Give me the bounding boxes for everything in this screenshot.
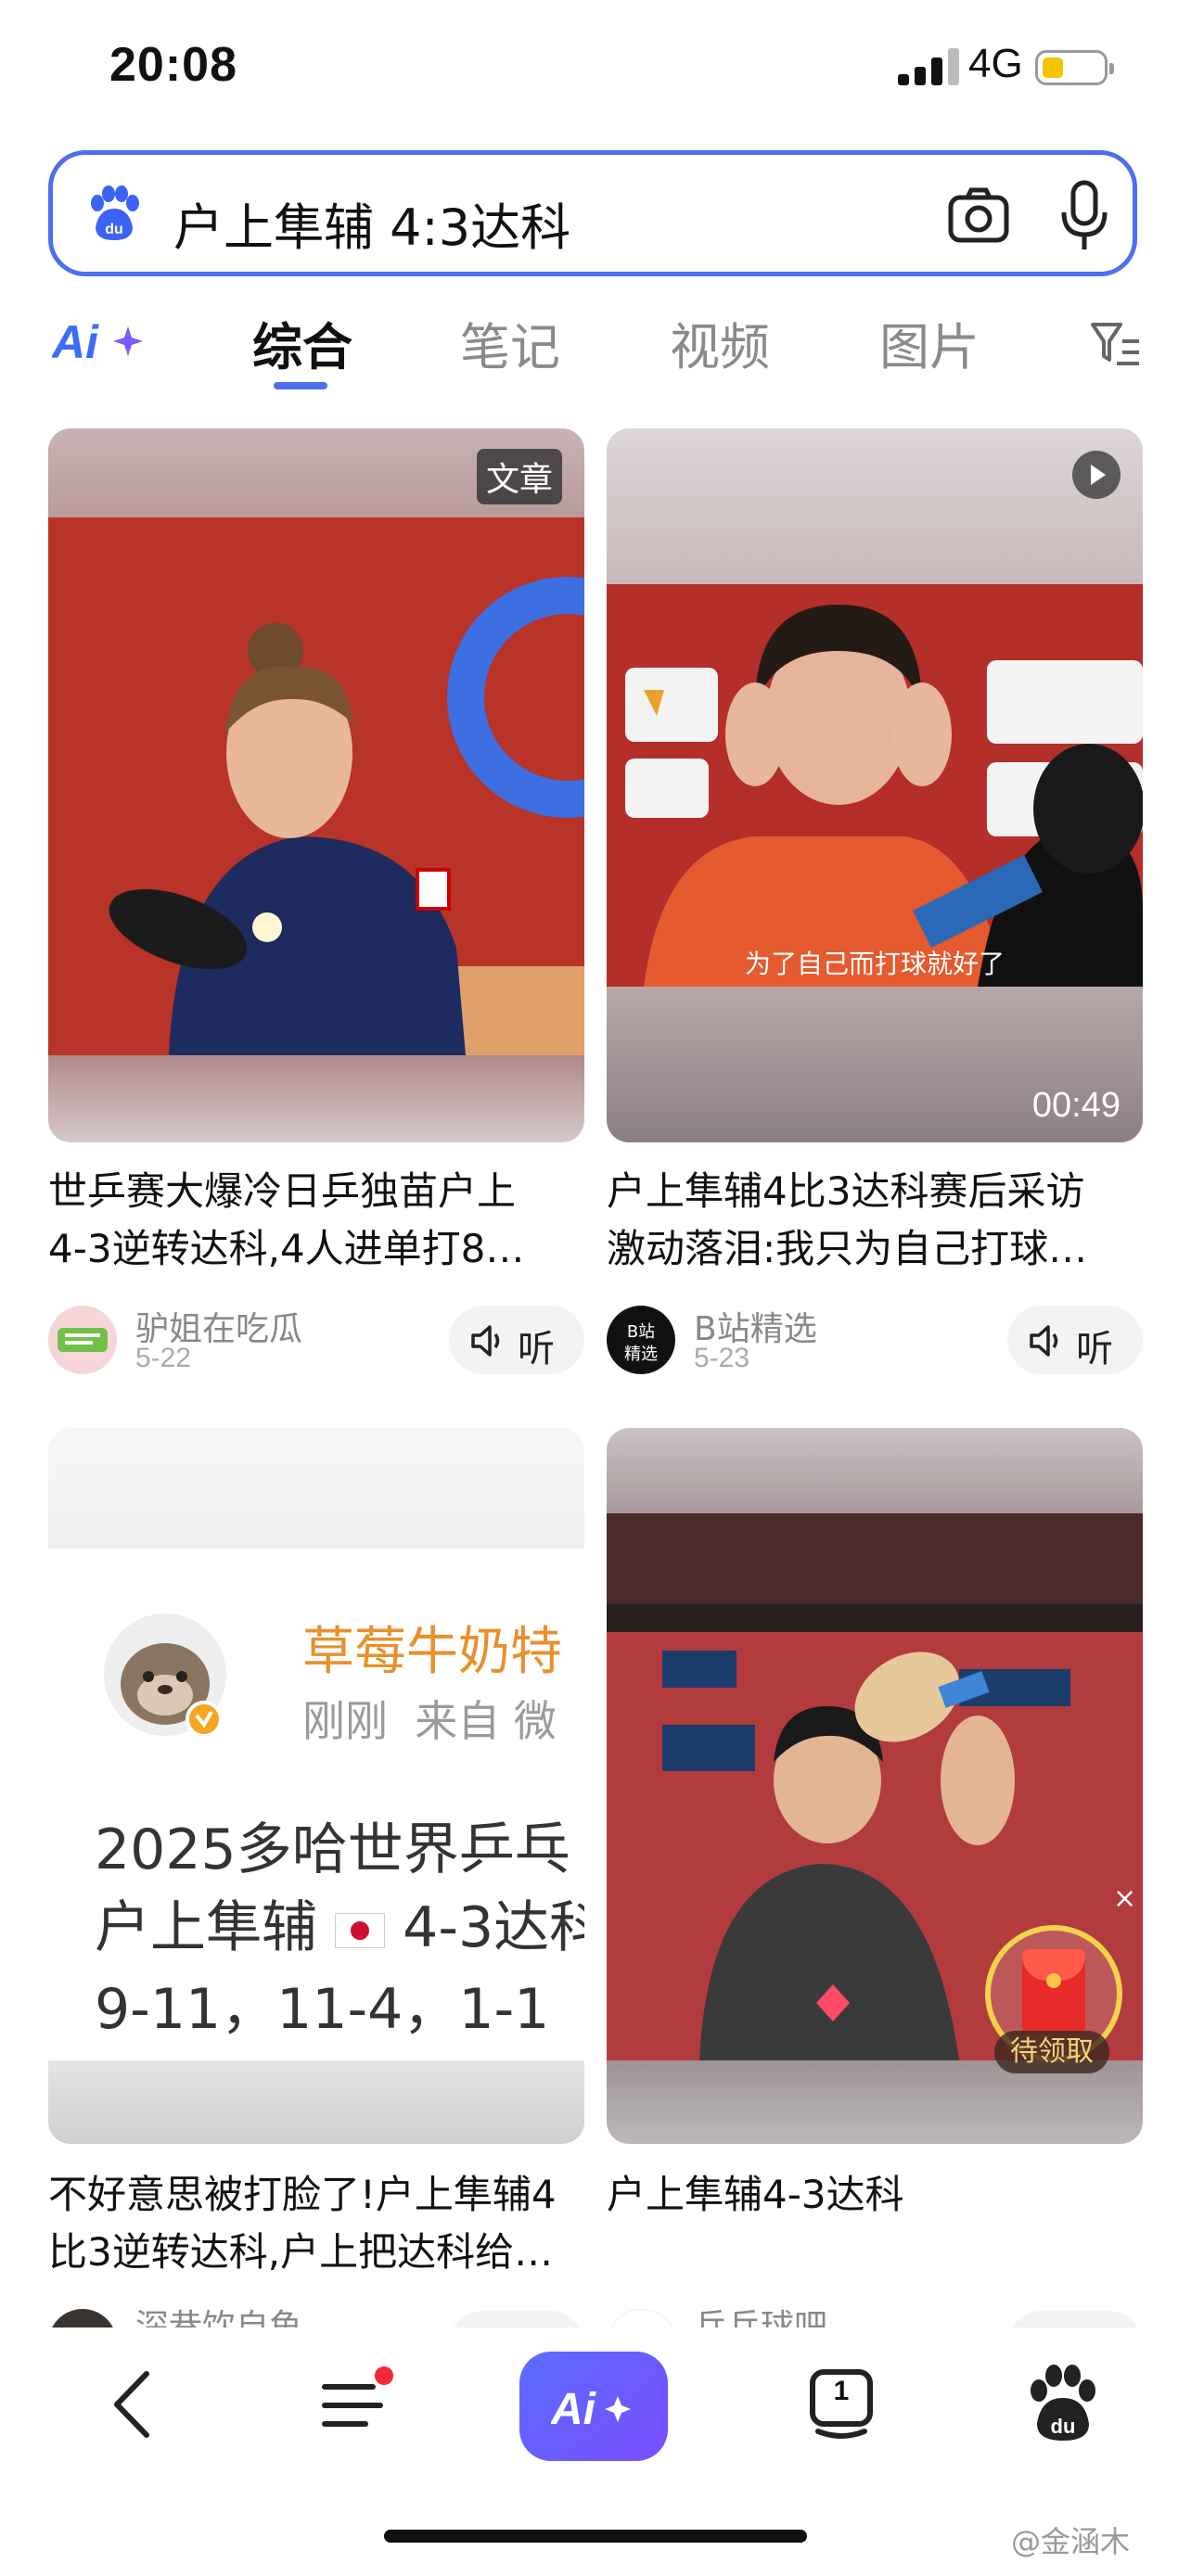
svg-text:du: du xyxy=(105,222,123,237)
interview-video-frame xyxy=(607,428,1143,1142)
search-input[interactable]: 户上隼辅 4:3达科 xyxy=(173,186,570,260)
speaker-icon xyxy=(1030,1325,1058,1357)
status-bar: 20:08 4G xyxy=(0,0,1191,130)
baidu-home-icon[interactable]: du xyxy=(1020,2363,1104,2446)
video-subtitle: 为了自己而打球就好了 xyxy=(744,949,1005,979)
card-title-line: 户上隼辅4比3达科赛后采访 xyxy=(607,1168,1085,1214)
tab-video[interactable]: 视频 xyxy=(670,306,770,379)
back-icon[interactable] xyxy=(93,2363,176,2446)
red-packet-label[interactable]: 待领取 xyxy=(994,2031,1109,2073)
tab-images[interactable]: 图片 xyxy=(879,306,980,379)
card-title[interactable]: 户上隼辅4-3达科 xyxy=(607,2166,1145,2224)
video-duration: 00:49 xyxy=(1031,1086,1121,1125)
card-title[interactable]: 世乒赛大爆冷日乒独苗户上 4-3逆转达科,4人进单打8… xyxy=(48,1163,586,1278)
network-type: 4G xyxy=(968,41,1023,86)
result-card-1[interactable]: 文章 世乒赛大爆冷日乒独苗户上 4-3逆转达科,4人进单打8… 驴姐在吃瓜 5-… xyxy=(48,428,584,1384)
play-icon xyxy=(1072,451,1121,499)
svg-text:Ai: Ai xyxy=(52,316,99,367)
card-title[interactable]: 不好意思被打脸了!户上隼辅4 比3逆转达科,户上把达科给… xyxy=(48,2166,586,2281)
avatar-text-line1: B站 xyxy=(627,1322,655,1342)
weibo-user-name: 草莓牛奶特 xyxy=(302,1622,562,1682)
weibo-post-meta: 刚刚 来自 微 xyxy=(302,1696,557,1746)
svg-text:Ai: Ai xyxy=(551,2385,597,2433)
author-row: B站精选 B站精选 5-23 听 xyxy=(607,1302,1143,1382)
tab-notes[interactable]: 笔记 xyxy=(460,306,560,379)
card-title-line: 4-3逆转达科,4人进单打8… xyxy=(48,1226,525,1271)
author-row: 驴姐在吃瓜 5-22 听 xyxy=(48,1302,584,1382)
weibo-post-line: 户上隼辅 4-3达科 xyxy=(95,1882,584,1963)
table-tennis-player-photo xyxy=(48,428,584,1142)
card-title-line: 不好意思被打脸了!户上隼辅4 xyxy=(48,2172,557,2217)
watermark: @金涵木 xyxy=(1011,2524,1131,2559)
close-icon[interactable]: × xyxy=(1113,1882,1136,1915)
red-packet-icon xyxy=(1022,1949,1085,2034)
result-card-4[interactable]: 待领取 × 户上隼辅4-3达科 乒乓球吧 听 xyxy=(607,1428,1143,2346)
ai-plus-icon: Ai xyxy=(551,2385,631,2433)
battery-icon xyxy=(1035,50,1114,85)
card-thumbnail[interactable]: 为了自己而打球就好了 00:49 xyxy=(607,428,1143,1142)
microphone-icon[interactable] xyxy=(1058,179,1110,253)
otter-avatar xyxy=(104,1613,226,1738)
listen-label: 听 xyxy=(1076,1328,1113,1371)
post-date: 5-23 xyxy=(694,1343,750,1373)
avatar[interactable] xyxy=(48,1306,117,1374)
ai-assistant-button[interactable]: Ai xyxy=(519,2352,668,2461)
post-date: 5-22 xyxy=(135,1343,192,1373)
weibo-post-text: 4-3达科 xyxy=(403,1895,584,1960)
status-time: 20:08 xyxy=(109,38,237,92)
card-title-line: 世乒赛大爆冷日乒独苗户上 xyxy=(48,1168,517,1214)
weibo-post-text: 户上隼辅 xyxy=(95,1895,317,1960)
weibo-post-line: 2025多哈世界乒乓 xyxy=(95,1817,570,1882)
camera-icon[interactable] xyxy=(945,183,1012,249)
avatar-text-line2: 精选 xyxy=(624,1345,658,1364)
home-indicator xyxy=(384,2530,807,2543)
article-badge: 文章 xyxy=(476,449,562,504)
tabs-switcher-button[interactable]: 1 xyxy=(800,2363,883,2446)
weibo-post-line: 9-11，11-4，1-1 xyxy=(95,1977,550,2042)
result-card-3[interactable]: 草莓牛奶特 刚刚 来自 微 2025多哈世界乒乓 户上隼辅 4-3达科 9-11… xyxy=(48,1428,584,2346)
ai-plus-icon[interactable]: Ai xyxy=(52,313,148,367)
listen-button[interactable]: 听 xyxy=(449,1306,584,1374)
speaker-icon xyxy=(471,1325,500,1357)
card-thumbnail[interactable]: 待领取 × xyxy=(607,1428,1143,2144)
tab-all[interactable]: 综合 xyxy=(252,306,352,379)
svg-text:du: du xyxy=(1051,2415,1076,2438)
tab-count: 1 xyxy=(833,2376,850,2406)
active-tab-indicator xyxy=(274,382,327,389)
japan-flag-icon xyxy=(335,1913,386,1949)
avatar[interactable]: B站精选 xyxy=(607,1306,675,1374)
card-title[interactable]: 户上隼辅4比3达科赛后采访 激动落泪:我只为自己打球… xyxy=(607,1163,1145,1278)
listen-label: 听 xyxy=(518,1328,555,1371)
notification-dot xyxy=(375,2366,393,2385)
menu-icon[interactable] xyxy=(315,2363,399,2446)
card-title-line: 比3逆转达科,户上把达科给… xyxy=(48,2229,554,2275)
card-thumbnail[interactable]: 文章 xyxy=(48,428,584,1142)
signal-icon xyxy=(898,48,959,85)
search-tabs: Ai 综合 笔记 视频 图片 xyxy=(0,297,1191,389)
card-title-line: 激动落泪:我只为自己打球… xyxy=(607,1226,1088,1271)
search-bar[interactable]: du 户上隼辅 4:3达科 xyxy=(48,150,1137,276)
baidu-paw-icon: du xyxy=(91,185,139,240)
filter-icon[interactable] xyxy=(1089,317,1141,369)
card-thumbnail[interactable]: 草莓牛奶特 刚刚 来自 微 2025多哈世界乒乓 户上隼辅 4-3达科 9-11… xyxy=(48,1428,584,2144)
listen-button[interactable]: 听 xyxy=(1007,1306,1143,1374)
result-card-2[interactable]: 为了自己而打球就好了 00:49 户上隼辅4比3达科赛后采访 激动落泪:我只为自… xyxy=(607,428,1143,1384)
card-title-line: 户上隼辅4-3达科 xyxy=(607,2172,904,2217)
